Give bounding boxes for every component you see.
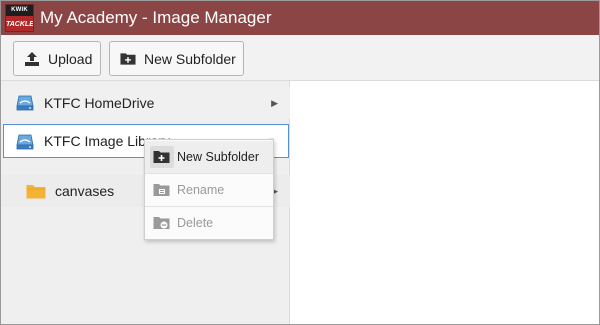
file-content-area[interactable] bbox=[291, 81, 599, 324]
rename-folder-icon bbox=[153, 182, 170, 197]
upload-icon bbox=[24, 51, 40, 67]
window-title: My Academy - Image Manager bbox=[40, 8, 272, 27]
tree-item-label: canvases bbox=[55, 183, 115, 199]
context-menu-new-subfolder[interactable]: New Subfolder bbox=[145, 141, 273, 173]
new-subfolder-button-label: New Subfolder bbox=[144, 50, 236, 67]
chevron-right-icon[interactable]: ▶ bbox=[271, 98, 278, 109]
context-menu-label: Delete bbox=[177, 215, 214, 230]
folder-icon bbox=[26, 183, 46, 199]
context-menu-rename[interactable]: Rename bbox=[145, 173, 273, 205]
tree-item-label: KTFC HomeDrive bbox=[44, 95, 155, 111]
image-manager-window: KWIK TACKLE My Academy - Image Manager U… bbox=[0, 0, 600, 325]
new-folder-icon bbox=[153, 149, 170, 164]
upload-button-label: Upload bbox=[48, 50, 93, 67]
context-menu-label: New Subfolder bbox=[177, 150, 259, 164]
new-folder-icon bbox=[120, 51, 136, 67]
tree-item-ktfc-homedrive[interactable]: KTFC HomeDrive ▶ bbox=[1, 87, 290, 119]
context-menu-delete[interactable]: Delete bbox=[145, 206, 273, 238]
logo-top-text: KWIK bbox=[6, 5, 33, 16]
academy-logo: KWIK TACKLE bbox=[5, 4, 34, 32]
context-menu: New Subfolder Rename Delete bbox=[144, 139, 274, 240]
drive-icon bbox=[16, 134, 34, 150]
new-subfolder-button[interactable]: New Subfolder bbox=[109, 41, 244, 76]
upload-button[interactable]: Upload bbox=[13, 41, 101, 76]
title-bar: KWIK TACKLE My Academy - Image Manager bbox=[1, 1, 599, 35]
toolbar: Upload New Subfolder bbox=[1, 35, 599, 81]
drive-icon bbox=[16, 95, 34, 111]
context-menu-label: Rename bbox=[177, 182, 225, 197]
logo-bottom-text: TACKLE bbox=[6, 16, 33, 31]
delete-folder-icon bbox=[153, 215, 170, 230]
